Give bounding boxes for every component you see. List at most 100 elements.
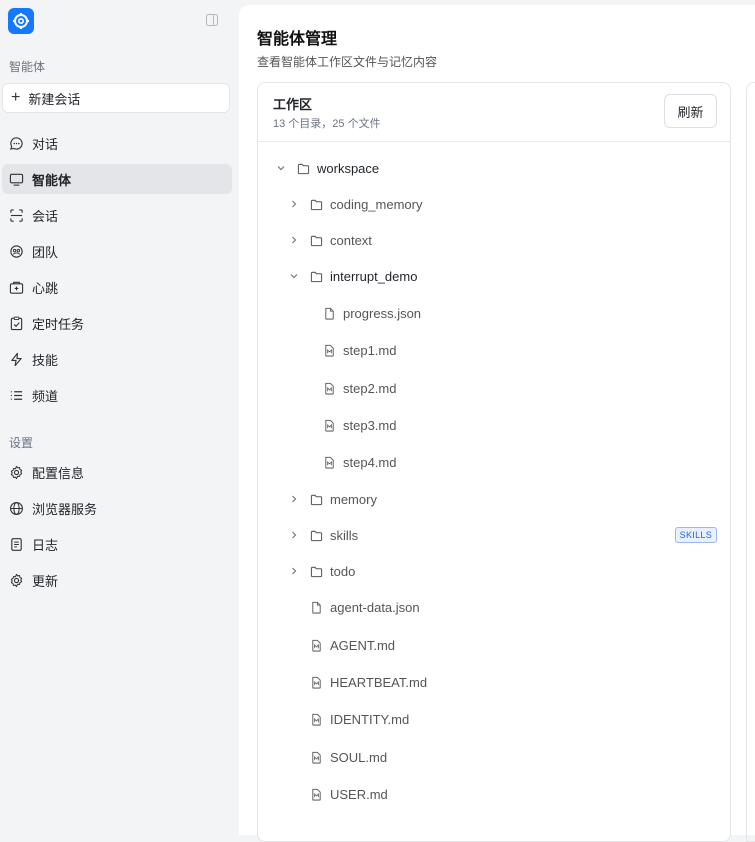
tree-item-label: coding_memory: [330, 196, 423, 212]
folder-icon: [309, 269, 323, 283]
markdown-file-icon: [322, 418, 336, 432]
folder-icon: [309, 564, 323, 578]
app-logo[interactable]: [8, 8, 34, 34]
nav-label: 对话: [32, 136, 59, 152]
skills-badge: SKILLS: [674, 527, 717, 543]
nav-label: 心跳: [32, 280, 59, 296]
tree-item-label: AGENT.md: [330, 637, 396, 653]
clipboard-check-icon: [8, 315, 24, 331]
markdown-file-icon: [309, 638, 323, 652]
nav-label: 配置信息: [32, 465, 85, 481]
list-icon: [8, 387, 24, 403]
scan-frame-icon: [8, 207, 24, 223]
nav-item-team[interactable]: 团队: [2, 236, 232, 266]
tree-file-row[interactable]: step1.md: [258, 338, 396, 362]
file-icon: [322, 306, 336, 320]
tree-item-label: USER.md: [330, 786, 388, 802]
tree-file-row[interactable]: progress.json: [258, 301, 421, 325]
markdown-file-icon: [309, 675, 323, 689]
tree-file-row[interactable]: SOUL.md: [258, 745, 387, 769]
nav-item-heartbeat[interactable]: 心跳: [2, 272, 232, 302]
tree-item-label: IDENTITY.md: [330, 711, 410, 727]
tree-folder-row[interactable]: interrupt_demo: [258, 264, 417, 288]
nav-item-session[interactable]: 会话: [2, 200, 232, 230]
nav-label: 浏览器服务: [32, 501, 98, 517]
tree-folder-row[interactable]: memory: [258, 487, 377, 511]
heartbeat-icon: [8, 279, 24, 295]
new-chat-label: 新建会话: [28, 91, 81, 107]
tree-file-row[interactable]: USER.md: [258, 782, 388, 806]
new-chat-button[interactable]: + 新建会话: [2, 83, 230, 113]
tree-item-label: skills: [330, 527, 359, 543]
team-icon: [8, 243, 24, 259]
nav-label: 会话: [32, 208, 59, 224]
main-content: 智能体管理 查看智能体工作区文件与记忆内容 工作区 13 个目录，25 个文件 …: [239, 5, 755, 842]
tree-file-row[interactable]: HEARTBEAT.md: [258, 670, 427, 694]
tree-item-label: HEARTBEAT.md: [330, 674, 428, 690]
nav-item-channel[interactable]: 频道: [2, 380, 232, 410]
nav-item-browser[interactable]: 浏览器服务: [2, 493, 232, 523]
nav-label: 日志: [32, 537, 59, 553]
tree-folder-row[interactable]: workspace: [258, 156, 379, 180]
tree-folder-row[interactable]: skills: [258, 523, 358, 547]
tree-file-row[interactable]: IDENTITY.md: [258, 707, 409, 731]
panel-divider: [258, 141, 730, 142]
folder-icon: [309, 528, 323, 542]
workspace-panel-title: 工作区: [273, 97, 313, 112]
chevron-right-icon[interactable]: [288, 529, 300, 541]
folder-icon: [296, 161, 310, 175]
secondary-panel: [746, 82, 755, 842]
nav-item-agent[interactable]: 智能体: [2, 164, 232, 194]
tree-item-label: memory: [330, 491, 377, 507]
chevron-down-icon[interactable]: [288, 270, 300, 282]
tree-folder-row[interactable]: todo: [258, 559, 355, 583]
tree-item-label: step1.md: [343, 342, 397, 358]
nav-item-logs[interactable]: 日志: [2, 529, 232, 559]
nav-item-config[interactable]: 配置信息: [2, 457, 232, 487]
nav-item-skills[interactable]: 技能: [2, 344, 232, 374]
collapse-sidebar-icon[interactable]: [206, 14, 218, 26]
tree-file-row[interactable]: step3.md: [258, 413, 396, 437]
nav-label: 团队: [32, 244, 59, 260]
chevron-right-icon[interactable]: [288, 493, 300, 505]
folder-icon: [309, 233, 323, 247]
nav-label: 定时任务: [32, 316, 85, 332]
tree-item-label: context: [330, 232, 372, 248]
section-label-settings: 设置: [9, 436, 34, 450]
chevron-down-icon[interactable]: [275, 162, 287, 174]
tree-file-row[interactable]: agent-data.json: [258, 595, 420, 619]
gear-logo-icon: [13, 13, 29, 29]
workspace-count: 13 个目录，25 个文件: [273, 118, 381, 130]
refresh-button[interactable]: 刷新: [664, 94, 717, 128]
nav-label: 技能: [32, 352, 59, 368]
nav-item-scheduled[interactable]: 定时任务: [2, 308, 232, 338]
sidebar: 智能体 + 新建会话 对话 智能体 会话 团队 心跳 定时任务 技能 频道 设置…: [0, 0, 239, 830]
nav-item-update[interactable]: 更新: [2, 565, 232, 595]
chevron-right-icon[interactable]: [288, 565, 300, 577]
nav-item-chat[interactable]: 对话: [2, 128, 232, 158]
tree-file-row[interactable]: step2.md: [258, 376, 396, 400]
document-icon: [8, 536, 24, 552]
chevron-right-icon[interactable]: [288, 234, 300, 246]
file-icon: [309, 600, 323, 614]
folder-icon: [309, 197, 323, 211]
tree-file-row[interactable]: AGENT.md: [258, 633, 395, 657]
plus-icon: +: [11, 89, 21, 106]
markdown-file-icon: [309, 750, 323, 764]
chevron-right-icon[interactable]: [288, 198, 300, 210]
tree-folder-row[interactable]: coding_memory: [258, 192, 423, 216]
tree-item-label: interrupt_demo: [330, 268, 418, 284]
tree-item-label: workspace: [317, 160, 380, 176]
tree-file-row[interactable]: step4.md: [258, 450, 396, 474]
workspace-panel: 工作区 13 个目录，25 个文件 刷新 workspace coding_mem…: [257, 82, 731, 842]
tree-folder-row[interactable]: context: [258, 228, 372, 252]
tree-item-label: todo: [330, 563, 356, 579]
